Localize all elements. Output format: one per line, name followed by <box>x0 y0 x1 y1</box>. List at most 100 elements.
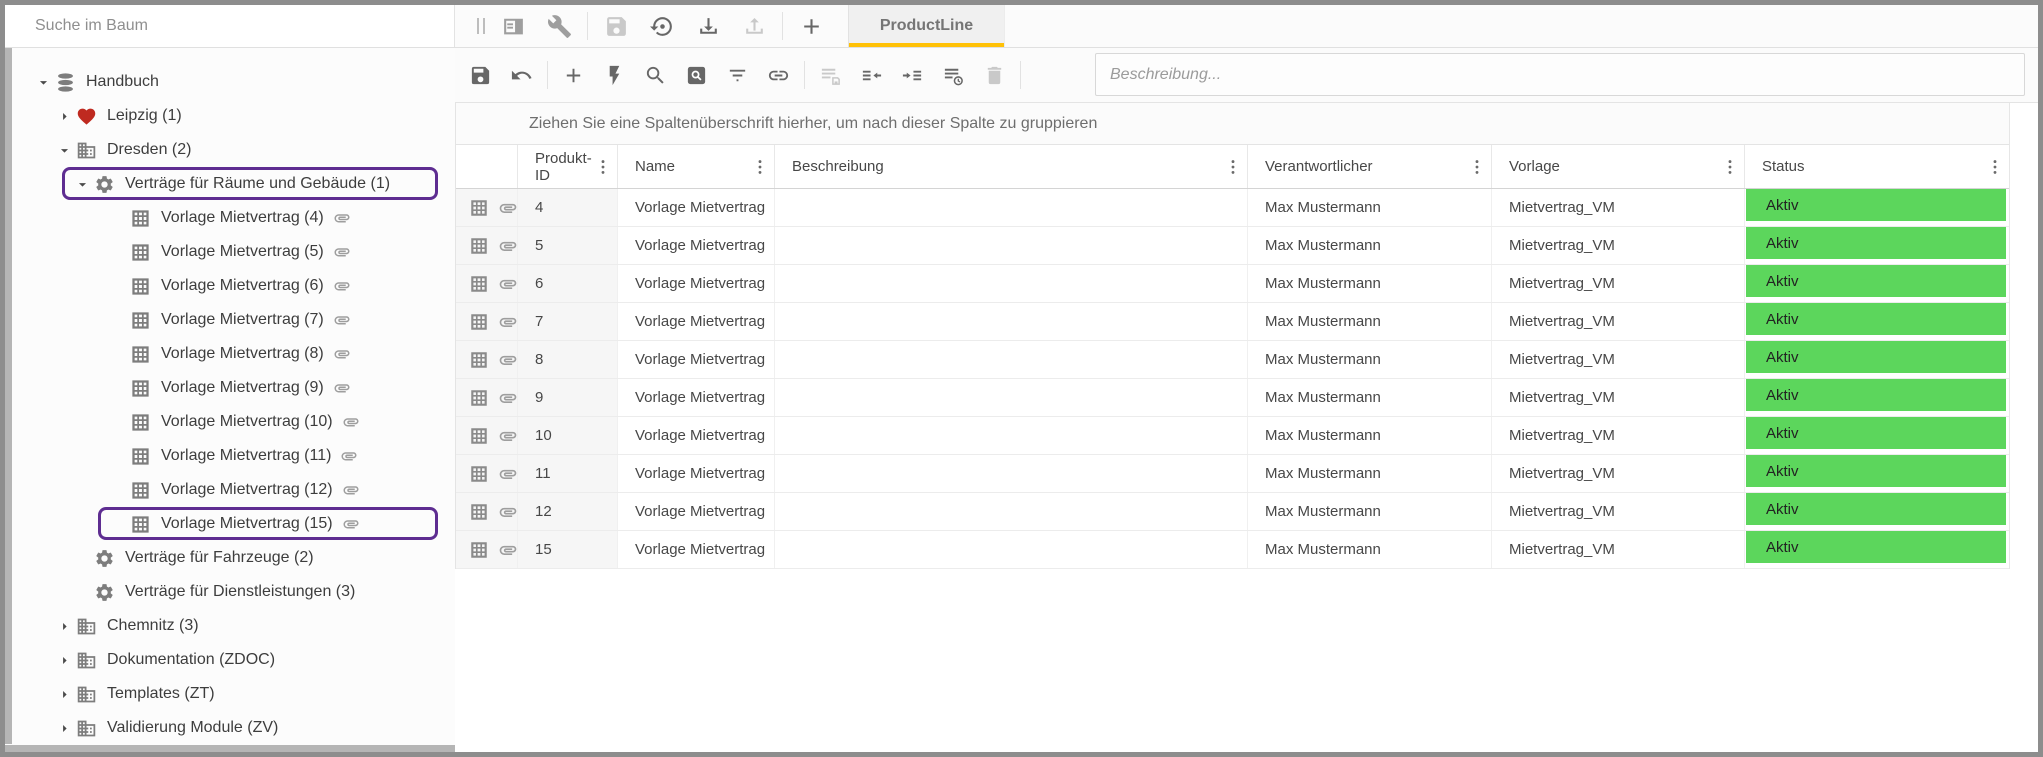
paperclip-icon[interactable] <box>498 274 518 294</box>
table-row[interactable]: 11Vorlage MietvertragMax MustermannMietv… <box>456 455 2009 493</box>
upload-button[interactable] <box>736 8 772 44</box>
collapse-toggle-icon[interactable] <box>56 142 73 159</box>
paperclip-icon[interactable] <box>498 502 518 522</box>
expand-toggle-icon[interactable] <box>56 618 73 635</box>
column-menu-icon[interactable] <box>1467 157 1487 177</box>
grid-icon[interactable] <box>469 426 489 446</box>
grid-icon[interactable] <box>469 274 489 294</box>
tree-item[interactable]: Verträge für Dienstleistungen (3) <box>13 575 455 609</box>
column-header-status[interactable]: Status <box>1745 145 2009 188</box>
paperclip-icon[interactable] <box>498 540 518 560</box>
trash-button[interactable] <box>978 59 1010 91</box>
panel-splitter-handle[interactable] <box>477 18 485 34</box>
tab-productline[interactable]: ProductLine <box>848 5 1005 47</box>
cell-row-icons[interactable] <box>456 493 518 530</box>
form-panel-button[interactable] <box>495 8 531 44</box>
tree-item[interactable]: Vorlage Mietvertrag (15) <box>13 507 455 541</box>
column-header-beschreibung[interactable]: Beschreibung <box>775 145 1248 188</box>
tree-vertical-scrollbar[interactable] <box>5 48 12 744</box>
cell-row-icons[interactable] <box>456 531 518 568</box>
expand-toggle-icon[interactable] <box>56 108 73 125</box>
plus-button[interactable] <box>793 8 829 44</box>
expand-toggle-icon[interactable] <box>56 652 73 669</box>
table-row[interactable]: 9Vorlage MietvertragMax MustermannMietve… <box>456 379 2009 417</box>
grid-icon[interactable] <box>469 312 489 332</box>
grid-icon[interactable] <box>469 198 489 218</box>
cell-row-icons[interactable] <box>456 303 518 340</box>
tree-item[interactable]: Verträge für Räume und Gebäude (1) <box>13 167 455 201</box>
tree-item[interactable]: Dresden (2) <box>13 133 455 167</box>
paperclip-icon[interactable] <box>498 464 518 484</box>
tree-item[interactable]: Templates (ZT) <box>13 677 455 711</box>
tree-item[interactable]: Vorlage Mietvertrag (7) <box>13 303 455 337</box>
column-menu-icon[interactable] <box>1223 157 1243 177</box>
tree-horizontal-scrollbar[interactable] <box>5 745 455 752</box>
save-button[interactable] <box>464 59 496 91</box>
tree-item[interactable]: Chemnitz (3) <box>13 609 455 643</box>
cell-row-icons[interactable] <box>456 227 518 264</box>
grid-icon[interactable] <box>469 464 489 484</box>
paperclip-icon[interactable] <box>498 312 518 332</box>
description-input[interactable] <box>1095 53 2025 96</box>
column-menu-icon[interactable] <box>1985 157 2005 177</box>
tree-item[interactable]: Vorlage Mietvertrag (6) <box>13 269 455 303</box>
save-button[interactable] <box>598 8 634 44</box>
cell-row-icons[interactable] <box>456 265 518 302</box>
column-menu-icon[interactable] <box>1720 157 1740 177</box>
download-button[interactable] <box>690 8 726 44</box>
grid-icon[interactable] <box>469 388 489 408</box>
grid-icon[interactable] <box>469 502 489 522</box>
tree-item[interactable]: Vorlage Mietvertrag (4) <box>13 201 455 235</box>
tree-item[interactable]: Vorlage Mietvertrag (10) <box>13 405 455 439</box>
list-collapse-button[interactable] <box>855 59 887 91</box>
bolt-button[interactable] <box>598 59 630 91</box>
undo-button[interactable] <box>505 59 537 91</box>
column-header-verantwortlicher[interactable]: Verantwortlicher <box>1248 145 1492 188</box>
link-button[interactable] <box>762 59 794 91</box>
grid-icon[interactable] <box>469 236 489 256</box>
tree-item[interactable]: Vorlage Mietvertrag (9) <box>13 371 455 405</box>
paperclip-icon[interactable] <box>498 350 518 370</box>
tree-item[interactable]: Vorlage Mietvertrag (11) <box>13 439 455 473</box>
table-row[interactable]: 5Vorlage MietvertragMax MustermannMietve… <box>456 227 2009 265</box>
cell-row-icons[interactable] <box>456 455 518 492</box>
paperclip-icon[interactable] <box>498 426 518 446</box>
table-row[interactable]: 10Vorlage MietvertragMax MustermannMietv… <box>456 417 2009 455</box>
search-button[interactable] <box>639 59 671 91</box>
plus-button[interactable] <box>557 59 589 91</box>
collapse-toggle-icon[interactable] <box>35 74 52 91</box>
table-row[interactable]: 4Vorlage MietvertragMax MustermannMietve… <box>456 189 2009 227</box>
table-row[interactable]: 8Vorlage MietvertragMax MustermannMietve… <box>456 341 2009 379</box>
tree-item[interactable]: Vorlage Mietvertrag (12) <box>13 473 455 507</box>
cell-row-icons[interactable] <box>456 341 518 378</box>
column-header-name[interactable]: Name <box>618 145 775 188</box>
table-row[interactable]: 15Vorlage MietvertragMax MustermannMietv… <box>456 531 2009 569</box>
tree-search-input[interactable] <box>5 17 454 35</box>
grid-icon[interactable] <box>469 540 489 560</box>
column-header-icons[interactable] <box>456 145 518 188</box>
wrench-button[interactable] <box>541 8 577 44</box>
table-row[interactable]: 7Vorlage MietvertragMax MustermannMietve… <box>456 303 2009 341</box>
tree-item[interactable]: Validierung Module (ZV) <box>13 711 455 745</box>
paperclip-icon[interactable] <box>498 198 518 218</box>
filter-button[interactable] <box>721 59 753 91</box>
cell-row-icons[interactable] <box>456 189 518 226</box>
tree-item[interactable]: Vorlage Mietvertrag (5) <box>13 235 455 269</box>
column-header-vorlage[interactable]: Vorlage <box>1492 145 1745 188</box>
paperclip-icon[interactable] <box>498 388 518 408</box>
tree-item[interactable]: Vorlage Mietvertrag (8) <box>13 337 455 371</box>
expand-toggle-icon[interactable] <box>56 686 73 703</box>
list-save-button[interactable] <box>814 59 846 91</box>
collapse-toggle-icon[interactable] <box>74 176 91 193</box>
list-history-button[interactable] <box>937 59 969 91</box>
list-expand-button[interactable] <box>896 59 928 91</box>
paperclip-icon[interactable] <box>498 236 518 256</box>
table-row[interactable]: 12Vorlage MietvertragMax MustermannMietv… <box>456 493 2009 531</box>
search-box-button[interactable] <box>680 59 712 91</box>
column-menu-icon[interactable] <box>750 157 770 177</box>
column-menu-icon[interactable] <box>593 157 613 177</box>
tree-item[interactable]: Dokumentation (ZDOC) <box>13 643 455 677</box>
restore-button[interactable] <box>644 8 680 44</box>
tree-item[interactable]: Leipzig (1) <box>13 99 455 133</box>
tree-item[interactable]: Verträge für Fahrzeuge (2) <box>13 541 455 575</box>
